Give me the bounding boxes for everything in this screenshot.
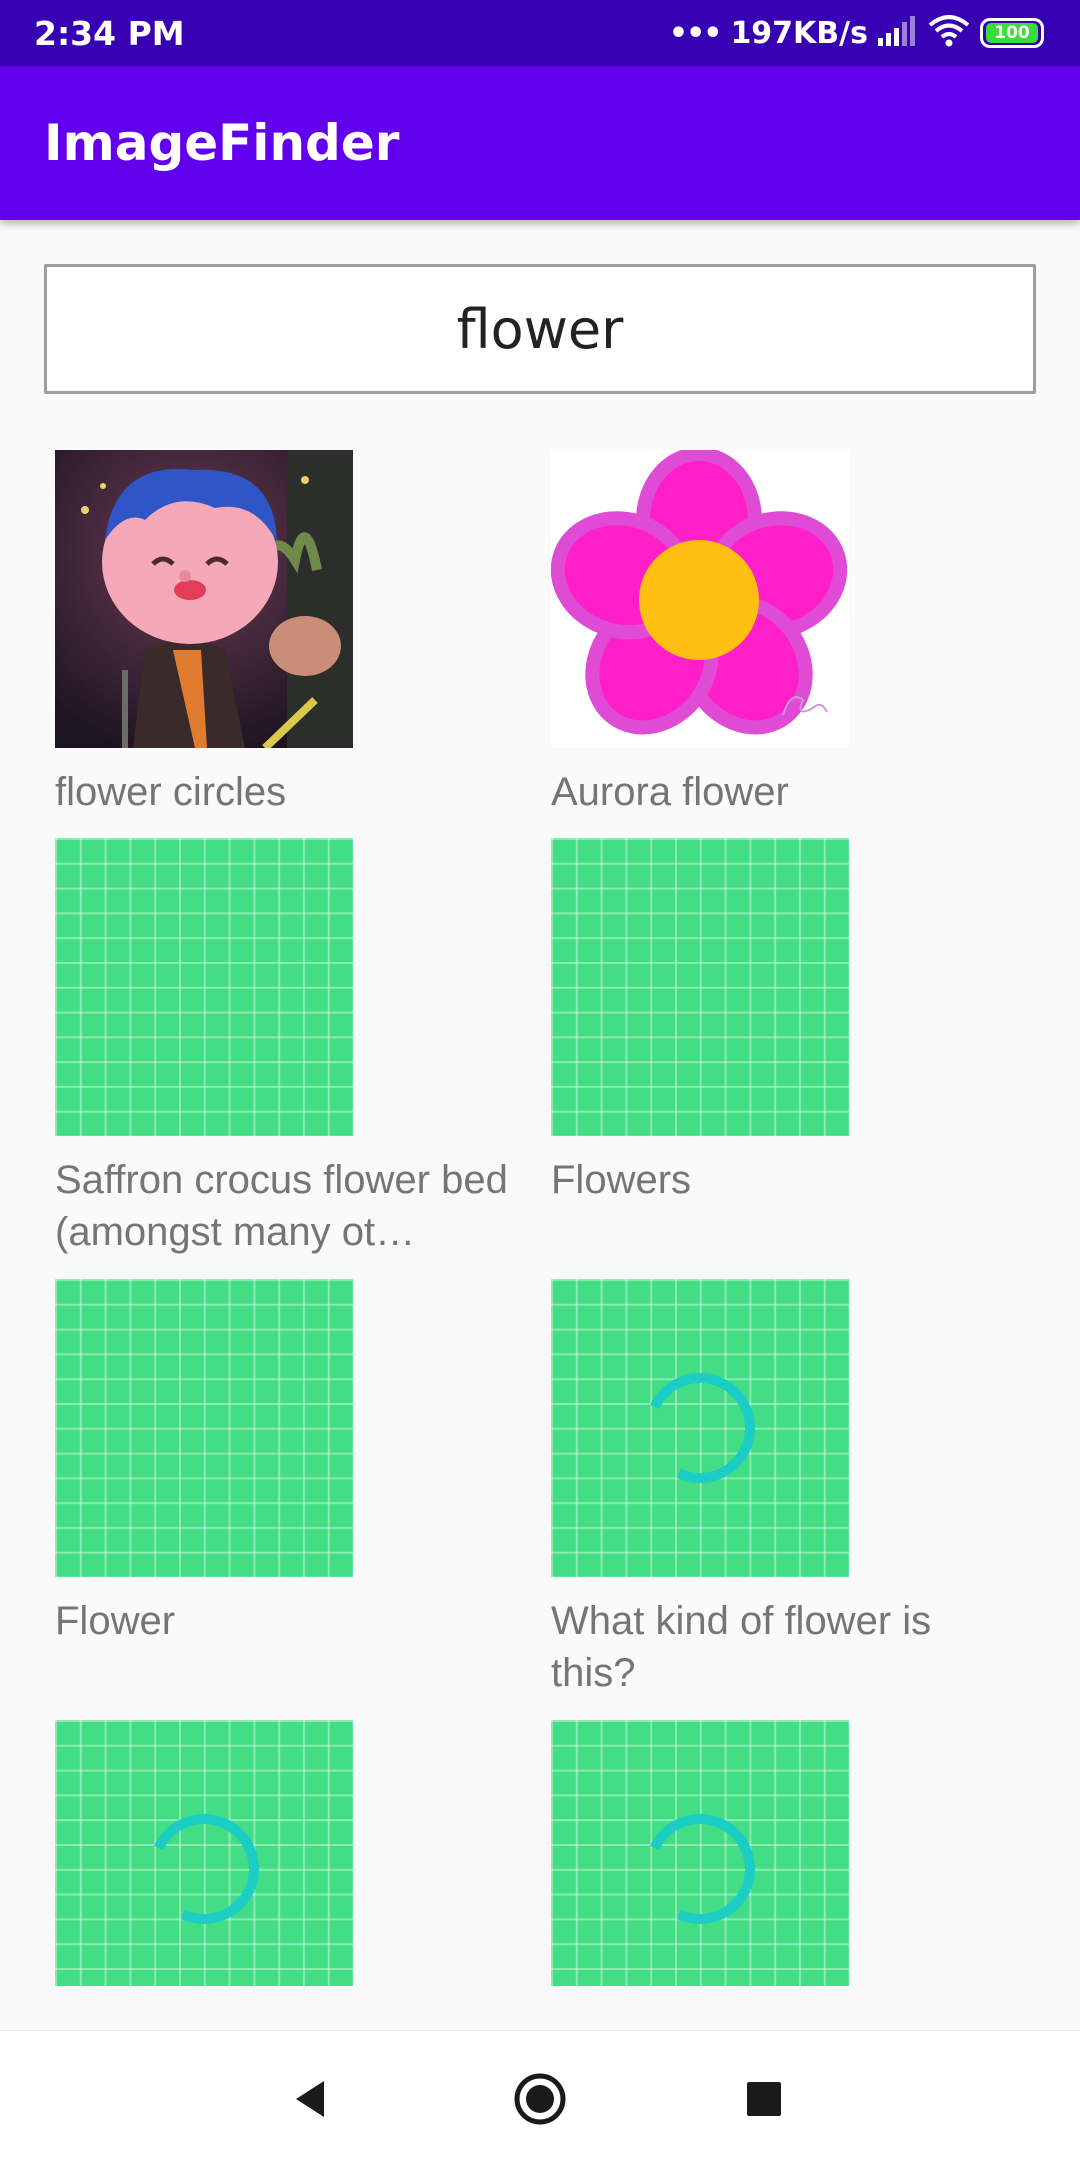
battery-level: 100 <box>986 23 1038 43</box>
system-nav-bar <box>0 2030 1080 2160</box>
result-caption: What kind of flower is this? <box>551 1599 932 1695</box>
network-speed: 197KB/s <box>730 15 868 51</box>
placeholder-image[interactable] <box>55 1279 353 1577</box>
back-icon[interactable] <box>270 2059 350 2139</box>
placeholder-image[interactable] <box>55 1720 353 1986</box>
loading-spinner <box>629 1798 771 1940</box>
search-input[interactable]: flower <box>44 264 1036 394</box>
wifi-icon <box>928 15 970 51</box>
avatar-character-image <box>55 450 353 748</box>
placeholder-image[interactable] <box>551 838 849 1136</box>
pink-flower-image <box>551 450 849 748</box>
home-icon[interactable] <box>500 2059 580 2139</box>
result-thumbnail[interactable] <box>551 450 849 748</box>
recents-icon[interactable] <box>724 2059 804 2139</box>
placeholder-image[interactable] <box>55 838 353 1136</box>
dots-icon: ••• <box>668 15 723 51</box>
placeholder-image[interactable] <box>551 1279 849 1577</box>
battery-icon: 100 <box>980 18 1044 48</box>
result-caption: Flowers <box>551 1158 692 1202</box>
signal-icon <box>878 16 918 50</box>
loading-spinner <box>629 1357 771 1499</box>
result-caption: flower circles <box>55 770 287 814</box>
status-bar: 2:34 PM ••• 197KB/s 100 <box>0 0 1080 66</box>
status-icons: ••• 197KB/s 100 <box>669 12 1044 54</box>
app-title: ImageFinder <box>44 114 400 172</box>
placeholder-image[interactable] <box>551 1720 849 1986</box>
status-time: 2:34 PM <box>34 14 185 53</box>
loading-spinner <box>133 1798 275 1940</box>
result-thumbnail[interactable] <box>55 450 353 748</box>
app-bar: ImageFinder <box>0 66 1080 220</box>
search-input-value[interactable]: flower <box>47 267 1033 391</box>
result-caption: Flower <box>55 1599 176 1643</box>
result-caption: Saffron crocus flower bed (amongst many … <box>55 1158 508 1254</box>
result-caption: Aurora flower <box>551 770 789 814</box>
